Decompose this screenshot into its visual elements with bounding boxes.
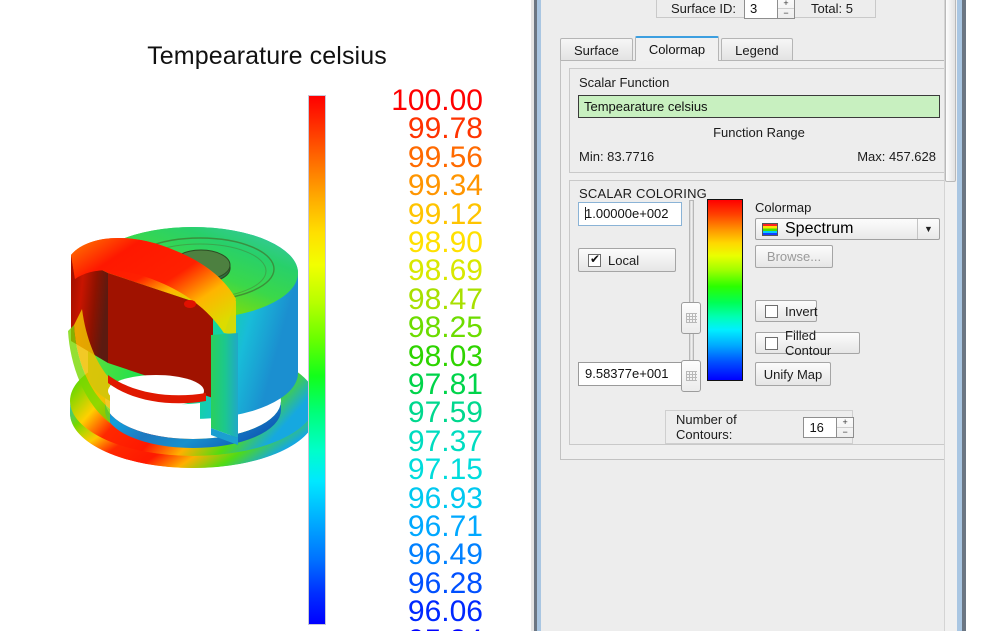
spectrum-swatch-icon	[762, 222, 778, 236]
colorbar-label: 98.25	[407, 311, 483, 345]
colorbar-label: 97.15	[407, 453, 483, 487]
checkbox-unchecked-icon	[765, 304, 778, 318]
browse-button-label: Browse...	[766, 249, 822, 264]
colorbar-label: 96.06	[407, 595, 483, 629]
filled-contour-checkbox-label: Filled Contour	[785, 328, 832, 358]
app-root: Tempearature celsius 100.00 99.78 99.56 …	[0, 0, 1000, 631]
local-checkbox-label: Local	[608, 252, 640, 268]
number-of-contours-label: Number of Contours:	[676, 412, 737, 442]
number-of-contours-group: Number of Contours: 16 + −	[665, 410, 854, 444]
dialog-scrollbar-thumb[interactable]	[945, 0, 956, 182]
colormap-max-input[interactable]: 1.00000e+002	[578, 202, 682, 226]
surface-id-spinner[interactable]: + −	[778, 0, 796, 19]
invert-checkbox-label: Invert	[785, 303, 818, 319]
colormap-min-value: 9.58377e+001	[585, 366, 669, 381]
colormap-range-slider-lower-handle[interactable]	[681, 360, 701, 392]
unify-map-button-label: Unify Map	[763, 366, 823, 382]
surface-id-group: Surface ID: 3 + − Total: 5	[656, 0, 876, 19]
colorbar	[308, 95, 326, 625]
viewer-title: Tempearature celsius	[147, 42, 387, 70]
number-of-contours-spinner[interactable]: + −	[837, 416, 854, 438]
tab-legend[interactable]: Legend	[721, 38, 793, 61]
tab-surface-label: Surface	[574, 42, 619, 58]
chevron-down-icon[interactable]: ▼	[917, 219, 939, 239]
tab-colormap-label: Colormap	[648, 42, 706, 57]
colorbar-labels: 100.00 99.78 99.56 99.34 99.12 98.90 98.69 98.4…	[330, 86, 505, 631]
browse-button[interactable]: Browse...	[755, 245, 833, 268]
colormap-select[interactable]: Spectrum ▼	[755, 218, 940, 240]
colormap-selected-value: Spectrum	[785, 220, 854, 237]
scalar-function-group: Scalar Function Tempearature celsius Fun…	[569, 68, 947, 173]
spinner-up-icon[interactable]: +	[837, 417, 853, 428]
invert-checkbox[interactable]: Invert	[755, 300, 818, 322]
checkbox-unchecked-icon	[765, 336, 778, 350]
colorbar-label: 97.59	[407, 396, 483, 430]
checkbox-checked-icon	[588, 252, 601, 267]
window-border-right-outer	[962, 0, 966, 631]
tab-surface[interactable]: Surface	[560, 38, 633, 61]
local-checkbox[interactable]: Local	[578, 248, 676, 272]
colorbar-label: 95.84	[408, 625, 483, 631]
colormap-min-input[interactable]: 9.58377e+001	[578, 362, 682, 386]
tab-legend-label: Legend	[735, 42, 779, 58]
colorbar-gradient	[308, 95, 326, 625]
spinner-down-icon[interactable]: −	[837, 427, 853, 437]
colormap-label: Colormap	[755, 200, 812, 215]
colormap-preview-bar	[707, 199, 743, 381]
viewer-canvas[interactable]: Tempearature celsius 100.00 99.78 99.56 …	[0, 0, 534, 631]
unify-map-button[interactable]: Unify Map	[755, 362, 831, 386]
function-range-title: Function Range	[713, 125, 805, 140]
colorbar-label: 98.69	[407, 254, 483, 288]
number-of-contours-input[interactable]: 16	[803, 416, 838, 438]
spinner-down-icon[interactable]: −	[778, 8, 794, 18]
scalar-function-input[interactable]: Tempearature celsius	[578, 95, 940, 118]
3d-surface-plot[interactable]	[48, 213, 338, 503]
scalar-coloring-title: SCALAR COLORING	[579, 186, 707, 201]
colorbar-label: 99.34	[407, 169, 483, 203]
function-range-max: Max: 457.628	[857, 149, 936, 164]
window-border-left	[537, 0, 541, 631]
scalar-function-title: Scalar Function	[579, 75, 670, 90]
colorbar-label: 96.49	[407, 538, 483, 572]
function-range-min: Min: 83.7716	[579, 149, 655, 164]
surface-total-label: Total: 5	[811, 0, 853, 16]
colormap-range-slider-upper-handle[interactable]	[681, 302, 701, 334]
filled-contour-checkbox[interactable]: Filled Contour	[755, 328, 860, 358]
tab-bar: Surface Colormap Legend	[560, 36, 795, 61]
tab-colormap[interactable]: Colormap	[634, 36, 720, 61]
surface-id-label: Surface ID:	[671, 0, 737, 16]
surface-id-input[interactable]: 3	[744, 0, 779, 19]
colormap-range-slider-track[interactable]	[689, 200, 694, 380]
colorbar-label: 99.78	[407, 112, 483, 146]
colormap-max-value: 1.00000e+002	[585, 206, 669, 221]
3d-model-svg	[68, 227, 316, 468]
